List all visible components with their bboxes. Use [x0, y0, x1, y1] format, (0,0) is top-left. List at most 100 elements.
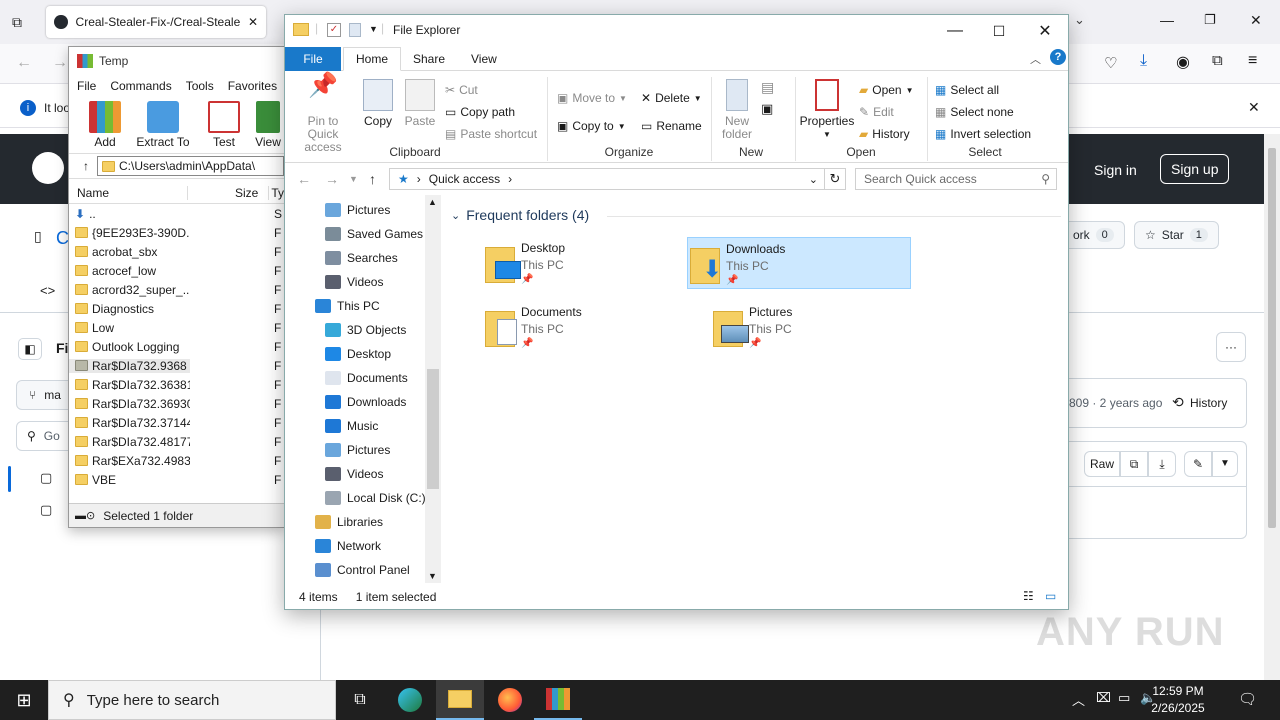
up-icon[interactable]: ↑: [369, 171, 376, 187]
sign-up-button[interactable]: Sign up: [1160, 154, 1230, 184]
select-none-button[interactable]: ▦ Select none: [935, 105, 1014, 119]
clock[interactable]: 12:59 PM 2/26/2025: [1138, 683, 1218, 717]
file-explorer-taskbar-icon[interactable]: [436, 680, 484, 720]
copy-icon[interactable]: ⧉: [1120, 451, 1148, 477]
invert-selection-button[interactable]: ▦ Invert selection: [935, 127, 1031, 141]
winrar-menu-file[interactable]: File: [77, 79, 96, 93]
sign-in-link[interactable]: Sign in: [1094, 162, 1137, 178]
nav-item[interactable]: Network: [315, 535, 381, 557]
list-item[interactable]: acrocef_low F: [69, 261, 284, 280]
file-icon[interactable]: ▢: [40, 502, 52, 518]
nav-item[interactable]: Searches: [325, 247, 398, 269]
nav-item[interactable]: Local Disk (C:): [325, 487, 426, 509]
nav-item[interactable]: Videos: [325, 271, 383, 293]
tab-file[interactable]: File: [285, 47, 341, 71]
account-icon[interactable]: ◉: [1176, 52, 1190, 72]
rename-button[interactable]: ▭ Rename: [641, 119, 702, 133]
list-item[interactable]: ⬇.. S: [69, 204, 284, 223]
scroll-up-icon[interactable]: ▲: [428, 197, 437, 207]
list-item[interactable]: Rar$DIa732.48177 F: [69, 432, 284, 451]
browser-tab[interactable]: Creal-Stealer-Fix-/Creal-Stealer ✕: [46, 6, 266, 38]
search-input[interactable]: Search Quick access ⚲: [855, 168, 1057, 190]
taskbar-search-box[interactable]: ⚲ Type here to search: [48, 680, 336, 720]
device-icon[interactable]: ⌧: [1096, 690, 1111, 706]
chevron-down-icon[interactable]: ⌄: [1074, 12, 1085, 28]
address-dropdown-icon[interactable]: ⌄: [809, 173, 818, 186]
history-link[interactable]: History: [1190, 396, 1227, 410]
close-icon[interactable]: ✕: [1022, 15, 1068, 47]
nav-item[interactable]: Saved Games: [325, 223, 423, 245]
easy-access-icon[interactable]: ▣: [761, 101, 773, 117]
page-scrollbar[interactable]: [1264, 134, 1280, 680]
edit-dropdown-icon[interactable]: ▼: [1212, 451, 1238, 477]
menu-icon[interactable]: ≡: [1248, 52, 1257, 70]
nav-item[interactable]: Downloads: [325, 391, 406, 413]
test-button[interactable]: Test: [199, 97, 249, 153]
maximize-icon[interactable]: ☐: [976, 15, 1022, 47]
large-icons-view-icon[interactable]: ▭: [1045, 589, 1056, 603]
up-arrow-icon[interactable]: ↑: [83, 159, 89, 173]
folder-tile-desktop[interactable]: Desktop This PC 📌: [483, 237, 707, 289]
details-view-icon[interactable]: ☷: [1023, 589, 1034, 603]
quick-access-toolbar-dropdown-icon[interactable]: ▼: [369, 24, 378, 34]
column-name[interactable]: Name: [69, 186, 187, 200]
restore-icon[interactable]: ❐: [1204, 12, 1216, 28]
minimize-icon[interactable]: —: [1160, 12, 1174, 28]
scroll-down-icon[interactable]: ▼: [428, 571, 437, 581]
edit-icon[interactable]: ✎: [1184, 451, 1212, 477]
file-icon[interactable]: ▢: [40, 470, 52, 486]
winrar-menu-tools[interactable]: Tools: [186, 79, 214, 93]
close-notification-icon[interactable]: ✕: [1248, 99, 1260, 116]
more-options-icon[interactable]: ···: [1216, 332, 1246, 362]
extract-to-button[interactable]: Extract To: [131, 97, 195, 153]
history-button[interactable]: ▰ History: [859, 127, 910, 141]
list-item[interactable]: Rar$DIa732.36381 F: [69, 375, 284, 394]
list-item[interactable]: Rar$DIa732.36930 F: [69, 394, 284, 413]
copy-to-button[interactable]: ▣ Copy to ▼: [557, 119, 626, 133]
tab-share[interactable]: Share: [401, 47, 457, 71]
winrar-path-input[interactable]: C:\Users\admin\AppData\: [97, 156, 284, 176]
move-to-button[interactable]: ▣ Move to ▼: [557, 91, 627, 105]
winrar-taskbar-icon[interactable]: [534, 680, 582, 720]
minimize-icon[interactable]: —: [932, 15, 978, 47]
fork-button[interactable]: ork 0: [1062, 221, 1125, 249]
forward-icon[interactable]: →: [52, 54, 68, 72]
list-item[interactable]: acrord32_super_... F: [69, 280, 284, 299]
winrar-menu-favorites[interactable]: Favorites: [228, 79, 277, 93]
extensions-icon[interactable]: ⧉: [1212, 52, 1223, 69]
scrollbar-thumb[interactable]: [1268, 148, 1276, 528]
star-button[interactable]: ☆ Star 1: [1134, 221, 1219, 249]
list-item[interactable]: Low F: [69, 318, 284, 337]
forward-icon[interactable]: →: [325, 171, 339, 187]
copy-path-button[interactable]: ▭ Copy path: [445, 105, 515, 119]
nav-item[interactable]: 3D Objects: [325, 319, 406, 341]
refresh-icon[interactable]: ↻: [824, 168, 846, 190]
edge-icon[interactable]: [386, 680, 434, 720]
list-item[interactable]: Rar$DIa732.37144 F: [69, 413, 284, 432]
close-icon[interactable]: ✕: [1250, 12, 1262, 29]
nav-item[interactable]: Libraries: [315, 511, 383, 533]
network-icon[interactable]: ▭: [1118, 690, 1130, 706]
nav-item[interactable]: Desktop: [325, 343, 391, 365]
nav-scrollbar[interactable]: ▲ ▼: [425, 195, 441, 583]
list-item[interactable]: VBE F: [69, 470, 284, 489]
folder-tile-pictures[interactable]: Pictures This PC 📌: [711, 301, 935, 353]
nav-item[interactable]: Music: [325, 415, 378, 437]
nav-item[interactable]: Control Panel: [315, 559, 410, 581]
notifications-icon[interactable]: 🗨: [1238, 690, 1257, 708]
pin-to-quick-access-button[interactable]: 📌 Pin to Quick access: [291, 74, 355, 154]
add-button[interactable]: Add: [83, 97, 127, 153]
address-bar[interactable]: ★ › Quick access › ⌄: [389, 168, 825, 190]
list-item[interactable]: Outlook Logging F: [69, 337, 284, 356]
list-item[interactable]: acrobat_sbx F: [69, 242, 284, 261]
list-item[interactable]: {9EE293E3-390D... F: [69, 223, 284, 242]
column-size[interactable]: Size: [186, 185, 269, 200]
help-icon[interactable]: ?: [1050, 49, 1066, 65]
download-raw-icon[interactable]: ⤓: [1148, 451, 1176, 477]
frequent-folders-header[interactable]: ⌄ Frequent folders (4): [451, 207, 589, 223]
go-to-file-input[interactable]: ⚲ Go: [16, 421, 76, 451]
folder-tile-documents[interactable]: Documents This PC 📌: [483, 301, 707, 353]
windows-start-icon[interactable]: ⊞: [0, 680, 48, 720]
properties-button[interactable]: Properties ▼: [799, 79, 855, 141]
pocket-icon[interactable]: ♡: [1104, 54, 1117, 72]
